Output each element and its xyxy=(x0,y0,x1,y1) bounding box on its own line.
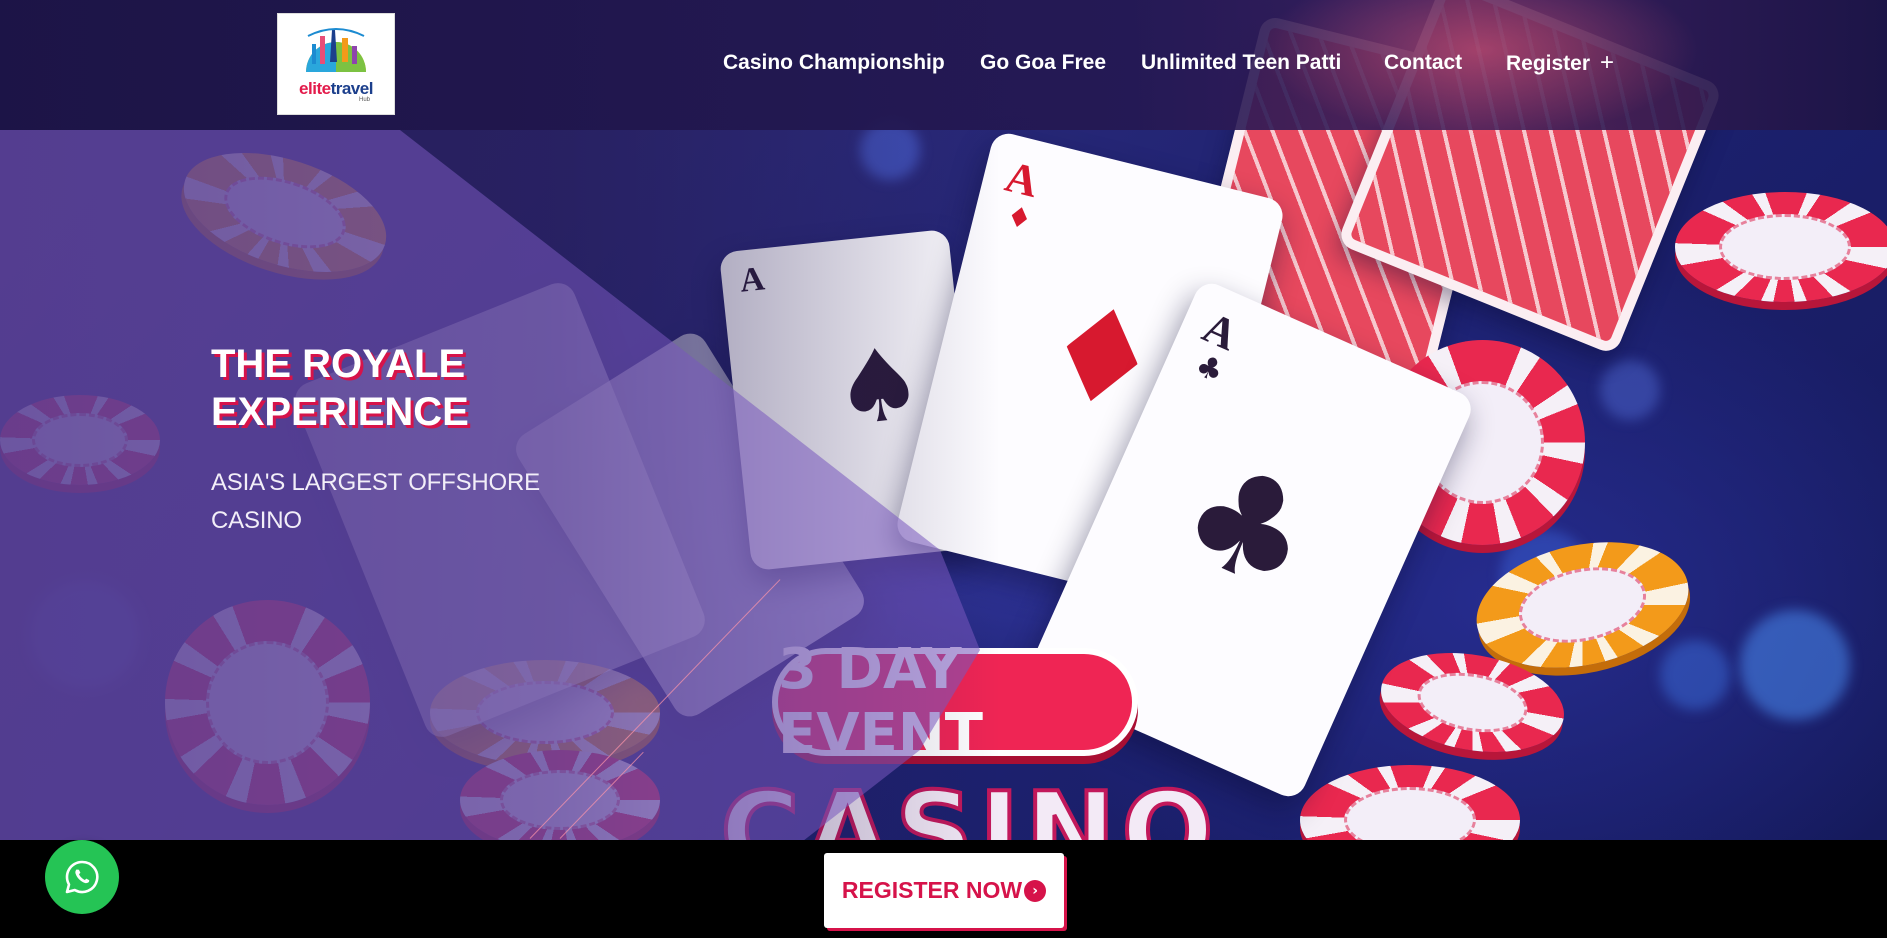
casino-chip xyxy=(1675,192,1887,302)
hero-subtitle: ASIA'S LARGEST OFFSHORE CASINO xyxy=(211,464,571,540)
bokeh-light xyxy=(1660,640,1730,710)
hero-title-line: THE ROYALE xyxy=(211,342,466,386)
logo-suffix: Hub xyxy=(358,96,370,103)
nav-contact[interactable]: Contact xyxy=(1384,48,1462,78)
whatsapp-button[interactable] xyxy=(45,840,119,914)
diamond-icon: ♦ xyxy=(1003,198,1036,237)
hero-subtitle-line: CASINO xyxy=(211,507,302,534)
hero-subtitle-line: ASIA'S LARGEST OFFSHORE xyxy=(211,469,540,496)
nav-register-label: Register xyxy=(1506,52,1591,75)
casino-chip xyxy=(1300,765,1520,840)
bokeh-light xyxy=(1740,610,1850,720)
nav-casino-championship[interactable]: Casino Championship xyxy=(723,48,945,78)
site-header: elitetravel Hub Casino Championship Go G… xyxy=(0,0,1887,140)
bokeh-light xyxy=(1600,360,1660,420)
club-icon: ♣ xyxy=(1189,347,1229,391)
nav-go-goa-free[interactable]: Go Goa Free xyxy=(980,48,1106,78)
logo-wordmark: elitetravel xyxy=(299,80,373,97)
chevron-circle-right-icon: › xyxy=(1024,879,1047,902)
plus-icon: + xyxy=(1600,49,1615,76)
nav-unlimited-teen-patti[interactable]: Unlimited Teen Patti xyxy=(1141,48,1341,78)
register-now-label: REGISTER NOW xyxy=(841,877,1023,903)
nav-register[interactable]: Register + xyxy=(1506,48,1614,79)
club-icon: ♣ xyxy=(1157,427,1339,628)
card-rank: A xyxy=(1000,151,1044,207)
register-now-button[interactable]: REGISTER NOW › xyxy=(824,853,1064,928)
hero-title: THE ROYALE EXPERIENCE xyxy=(211,340,691,436)
main-nav: Casino Championship Go Goa Free Unlimite… xyxy=(0,48,1887,82)
hero-title-line: EXPERIENCE xyxy=(211,390,469,434)
whatsapp-icon xyxy=(65,860,99,894)
